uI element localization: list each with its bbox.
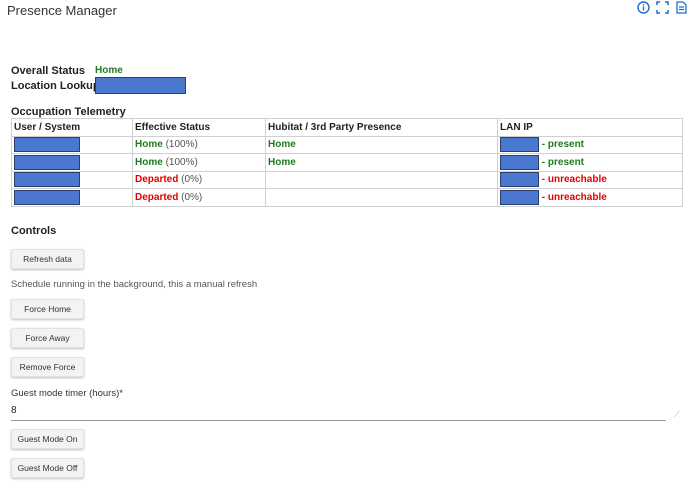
redacted-ip [500,189,539,205]
redacted-user [14,189,80,205]
info-icon[interactable] [636,0,650,14]
status-pct: (0%) [181,174,203,186]
col-user: User / System [11,118,133,137]
status-pct: (100%) [165,139,198,151]
header-icons [636,0,688,14]
docs-icon[interactable] [674,0,688,14]
table-header-row: User / System Effective Status Hubitat /… [11,118,683,137]
hubitat-presence: Home [268,139,296,151]
status-text: Departed [135,191,179,203]
table-row: Departed (0%) - unreachable [11,188,683,207]
overall-status-label: Overall Status [11,65,85,77]
refresh-note: Schedule running in the background, this… [11,279,258,290]
force-home-button[interactable]: Force Home [11,299,84,319]
lan-status: - unreachable [541,174,607,186]
status-pct: (100%) [165,156,198,168]
remove-force-button[interactable]: Remove Force [11,357,84,377]
table-row: Home (100%) Home - present [11,135,683,154]
controls-title: Controls [11,225,57,237]
guest-mode-on-button[interactable]: Guest Mode On [11,429,84,449]
col-lan: LAN IP [497,118,683,137]
status-text: Home [135,139,163,151]
hubitat-presence: Home [268,156,296,168]
table-row: Departed (0%) - unreachable [11,170,683,189]
status-text: Home [135,156,163,168]
lan-status: - present [541,156,585,168]
force-away-button[interactable]: Force Away [11,328,84,348]
redacted-user [14,172,80,188]
table-row: Home (100%) Home - present [11,153,683,172]
guest-mode-off-button[interactable]: Guest Mode Off [11,458,84,478]
refresh-data-button[interactable]: Refresh data [11,249,84,269]
overall-status-value: Home [95,65,123,76]
redacted-ip [500,172,539,188]
fullscreen-icon[interactable] [655,0,669,14]
guest-timer-input[interactable] [11,401,666,421]
redacted-ip [500,137,539,153]
telemetry-table: User / System Effective Status Hubitat /… [11,118,683,207]
redacted-user [14,137,80,153]
redacted-location [95,77,186,94]
location-lookup-label: Location Lookup [11,80,100,92]
resize-handle-icon[interactable]: ⟋ [674,410,680,420]
status-pct: (0%) [181,191,203,203]
guest-timer-label: Guest mode timer (hours)* [11,388,123,399]
redacted-ip [500,154,539,170]
lan-status: - unreachable [541,191,607,203]
col-hubitat: Hubitat / 3rd Party Presence [265,118,498,137]
telemetry-title: Occupation Telemetry [11,106,126,118]
col-status: Effective Status [132,118,266,137]
lan-status: - present [541,139,585,151]
status-text: Departed [135,174,179,186]
redacted-user [14,154,80,170]
page-title: Presence Manager [7,3,117,18]
